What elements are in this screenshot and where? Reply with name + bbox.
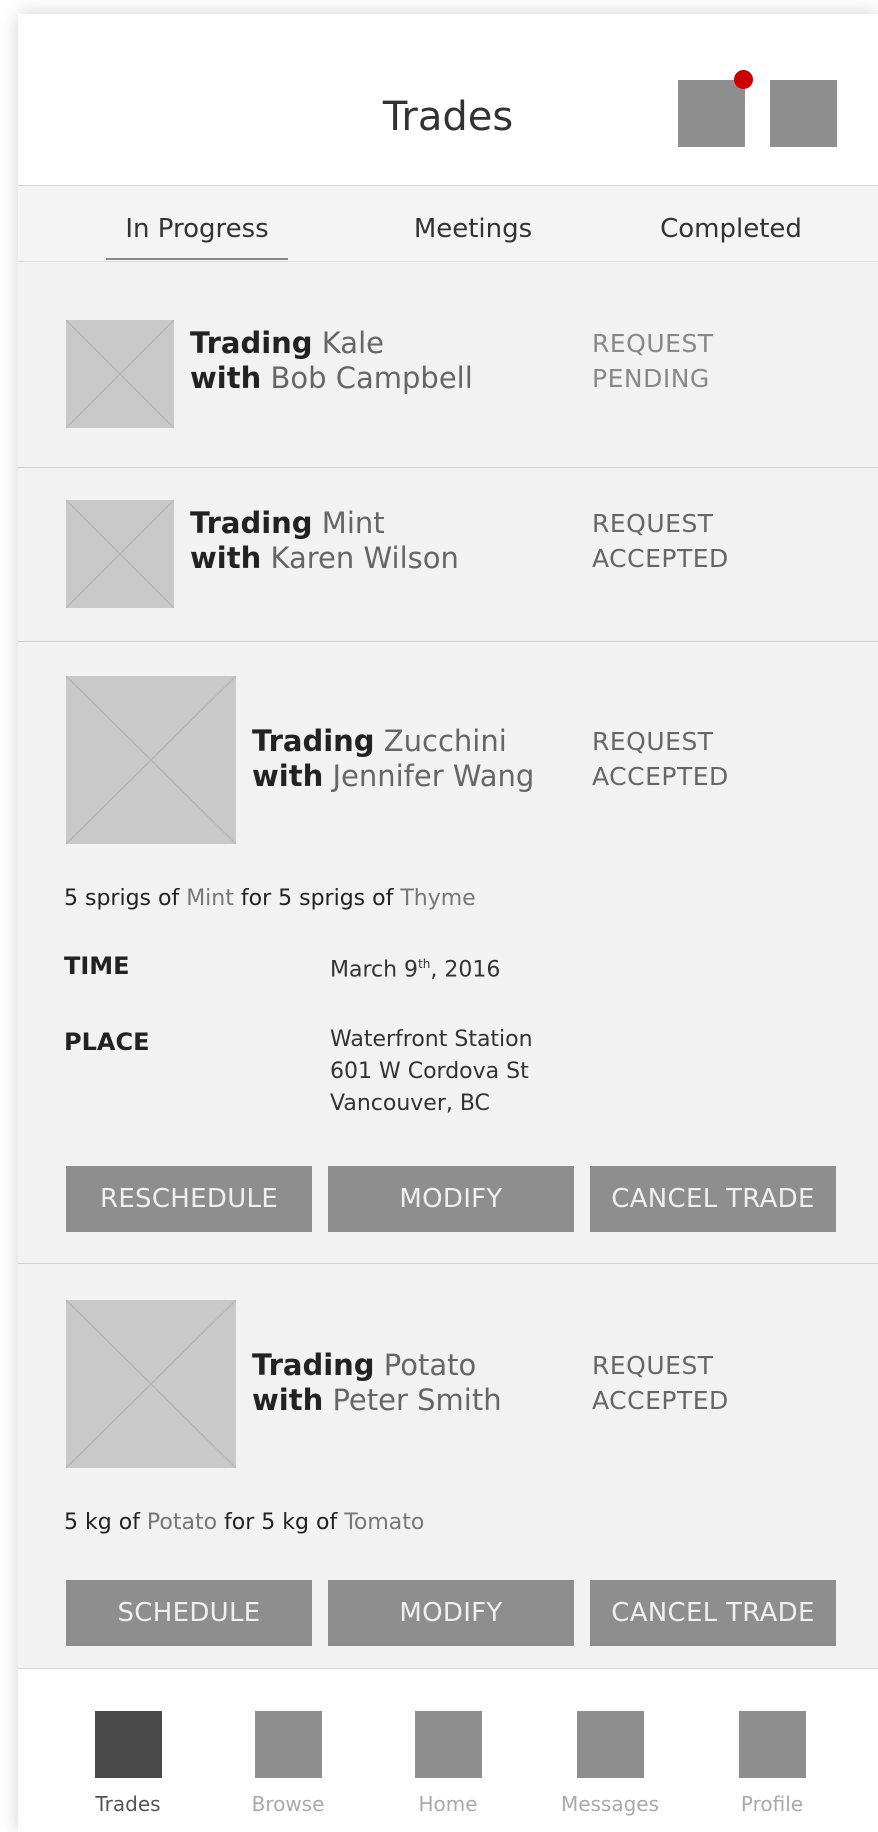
trade-title: Trading Potato with Peter Smith <box>252 1348 502 1418</box>
time-date-suffix: th <box>418 957 431 971</box>
modify-button[interactable]: MODIFY <box>328 1580 574 1646</box>
with-label: with <box>252 759 324 793</box>
modify-button[interactable]: MODIFY <box>328 1166 574 1232</box>
trade-item-image-placeholder <box>66 676 236 844</box>
summary-item-offered: Mint <box>186 886 234 911</box>
trade-status: REQUEST PENDING <box>592 326 714 396</box>
summary-item-requested: Tomato <box>344 1510 425 1535</box>
nav-profile[interactable]: Profile <box>712 1711 832 1816</box>
trade-item-name: Potato <box>383 1348 477 1382</box>
notification-badge-dot <box>734 70 753 89</box>
trade-partner-name: Peter Smith <box>332 1383 502 1417</box>
trading-label: Trading <box>190 326 313 360</box>
trade-card-potato[interactable]: Trading Potato with Peter Smith REQUEST … <box>18 1264 878 1668</box>
status-line-2: PENDING <box>592 364 710 393</box>
trade-partner-name: Bob Campbell <box>270 361 473 395</box>
nav-browse[interactable]: Browse <box>228 1711 348 1816</box>
summary-item-offered: Potato <box>146 1510 218 1535</box>
status-line-2: ACCEPTED <box>592 1386 729 1415</box>
nav-messages[interactable]: Messages <box>550 1711 670 1816</box>
place-line-2: 601 W Cordova St <box>330 1059 529 1084</box>
place-label: PLACE <box>64 1028 150 1056</box>
status-line-1: REQUEST <box>592 329 714 358</box>
place-value: Waterfront Station 601 W Cordova St Vanc… <box>330 1024 533 1120</box>
summary-item-requested: Thyme <box>400 886 476 911</box>
trade-item-image-placeholder <box>66 1300 236 1468</box>
trade-card-kale[interactable]: Trading Kale with Bob Campbell REQUEST P… <box>18 262 878 468</box>
trade-card-mint[interactable]: Trading Mint with Karen Wilson REQUEST A… <box>18 468 878 642</box>
messages-icon <box>576 1711 644 1778</box>
status-line-1: REQUEST <box>592 509 714 538</box>
page-title: Trades <box>382 94 514 140</box>
trade-partner-name: Jennifer Wang <box>332 759 535 793</box>
trade-item-image-placeholder <box>66 320 174 428</box>
with-label: with <box>190 361 262 395</box>
trade-summary: 5 sprigs of Mint for 5 sprigs of Thyme <box>64 886 476 911</box>
profile-icon <box>738 1711 806 1778</box>
trading-label: Trading <box>252 1348 375 1382</box>
trading-label: Trading <box>190 506 313 540</box>
trade-status: REQUEST ACCEPTED <box>592 724 729 794</box>
trade-partner-name: Karen Wilson <box>270 541 459 575</box>
reschedule-button[interactable]: RESCHEDULE <box>66 1166 312 1232</box>
time-year: , 2016 <box>430 957 501 983</box>
trade-status: REQUEST ACCEPTED <box>592 506 729 576</box>
trade-title: Trading Zucchini with Jennifer Wang <box>252 724 534 794</box>
summary-text: 5 kg of <box>64 1510 140 1535</box>
trading-label: Trading <box>252 724 375 758</box>
trade-item-image-placeholder <box>66 500 174 608</box>
trade-status: REQUEST ACCEPTED <box>592 1348 729 1418</box>
time-value: March 9th, 2016 <box>330 948 500 986</box>
nav-home[interactable]: Home <box>388 1711 508 1816</box>
trade-title: Trading Kale with Bob Campbell <box>190 326 473 396</box>
time-label: TIME <box>64 952 130 980</box>
trade-summary: 5 kg of Potato for 5 kg of Tomato <box>64 1510 424 1535</box>
status-line-2: ACCEPTED <box>592 544 729 573</box>
trade-title: Trading Mint with Karen Wilson <box>190 506 459 576</box>
trade-item-name: Kale <box>321 326 384 360</box>
summary-text: for 5 sprigs of <box>240 886 394 911</box>
nav-trades[interactable]: Trades <box>68 1711 188 1816</box>
home-icon <box>414 1711 482 1778</box>
place-line-3: Vancouver, BC <box>330 1091 490 1116</box>
browse-icon <box>254 1711 322 1778</box>
with-label: with <box>190 541 262 575</box>
status-line-1: REQUEST <box>592 1351 714 1380</box>
status-line-2: ACCEPTED <box>592 762 729 791</box>
trades-icon <box>94 1711 162 1778</box>
schedule-button[interactable]: SCHEDULE <box>66 1580 312 1646</box>
bottom-nav: Trades Browse Home Messages Profile <box>18 1668 878 1832</box>
notifications-icon[interactable] <box>678 80 745 147</box>
phone-screen: Trades In Progress Meetings Completed Tr… <box>18 14 878 1832</box>
with-label: with <box>252 1383 324 1417</box>
cancel-trade-button[interactable]: CANCEL TRADE <box>590 1166 836 1232</box>
time-date: March 9 <box>330 957 419 983</box>
trade-item-name: Mint <box>321 506 385 540</box>
menu-icon[interactable] <box>770 80 837 147</box>
tab-completed[interactable]: Completed <box>636 214 826 244</box>
tab-in-progress[interactable]: In Progress <box>106 214 288 260</box>
status-line-1: REQUEST <box>592 727 714 756</box>
nav-label: Trades <box>95 1792 161 1816</box>
place-line-1: Waterfront Station <box>330 1027 533 1052</box>
tab-meetings[interactable]: Meetings <box>388 214 558 244</box>
nav-label: Profile <box>740 1792 804 1816</box>
summary-text: 5 sprigs of <box>64 886 180 911</box>
trade-item-name: Zucchini <box>383 724 507 758</box>
trade-tabs: In Progress Meetings Completed <box>18 186 878 262</box>
nav-label: Browse <box>251 1792 325 1816</box>
app-header: Trades <box>18 14 878 186</box>
summary-text: for 5 kg of <box>224 1510 338 1535</box>
nav-label: Messages <box>560 1792 660 1816</box>
nav-label: Home <box>418 1792 478 1816</box>
trade-card-zucchini[interactable]: Trading Zucchini with Jennifer Wang REQU… <box>18 642 878 1264</box>
cancel-trade-button[interactable]: CANCEL TRADE <box>590 1580 836 1646</box>
